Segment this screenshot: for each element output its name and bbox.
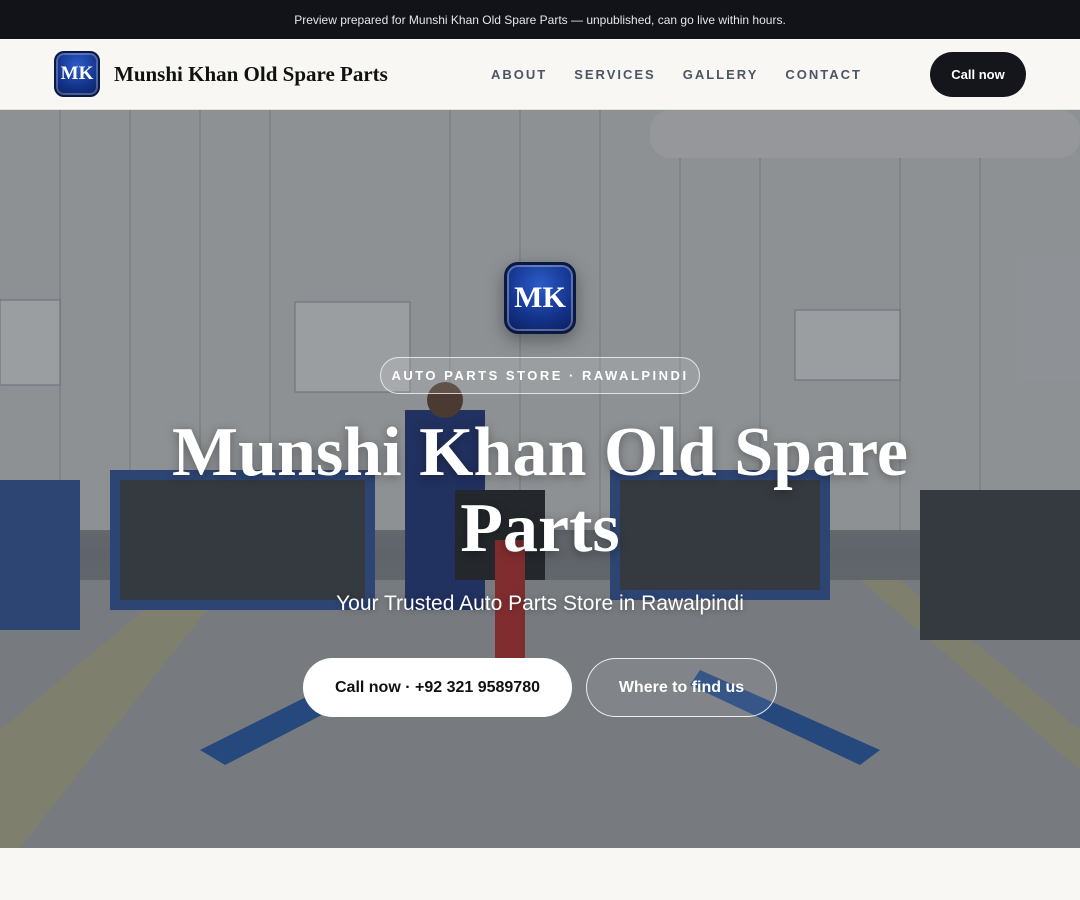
where-to-find-us-button[interactable]: Where to find us (586, 658, 777, 717)
logo-text: MK (60, 63, 94, 84)
brand[interactable]: MK Munshi Khan Old Spare Parts (54, 51, 388, 97)
nav-links: ABOUT SERVICES GALLERY CONTACT (491, 39, 862, 110)
hero-eyebrow-text: AUTO PARTS STORE · RAWALPINDI (391, 368, 689, 383)
nav-link-about[interactable]: ABOUT (491, 67, 547, 82)
hero-logo-badge: MK (504, 262, 576, 334)
hero-eyebrow-badge: AUTO PARTS STORE · RAWALPINDI (380, 357, 700, 394)
announcement-bar: Preview prepared for Munshi Khan Old Spa… (0, 0, 1080, 39)
hero-title: Munshi Khan Old Spare Parts (172, 414, 908, 567)
hero-content: MK AUTO PARTS STORE · RAWALPINDI Munshi … (0, 110, 1080, 848)
logo-badge: MK (54, 51, 100, 97)
call-now-button[interactable]: Call now · +92 321 9589780 (303, 658, 572, 717)
hero-logo-text: MK (514, 281, 566, 314)
hero-subtitle: Your Trusted Auto Parts Store in Rawalpi… (336, 592, 744, 615)
header-call-button[interactable]: Call now (930, 52, 1026, 97)
hero-section: MK AUTO PARTS STORE · RAWALPINDI Munshi … (0, 110, 1080, 848)
nav-link-gallery[interactable]: GALLERY (683, 67, 759, 82)
announcement-text: Preview prepared for Munshi Khan Old Spa… (294, 12, 786, 27)
brand-name: Munshi Khan Old Spare Parts (114, 61, 388, 86)
nav-link-services[interactable]: SERVICES (574, 67, 656, 82)
site-header: MK Munshi Khan Old Spare Parts ABOUT SER… (0, 39, 1080, 110)
nav-link-contact[interactable]: CONTACT (785, 67, 862, 82)
